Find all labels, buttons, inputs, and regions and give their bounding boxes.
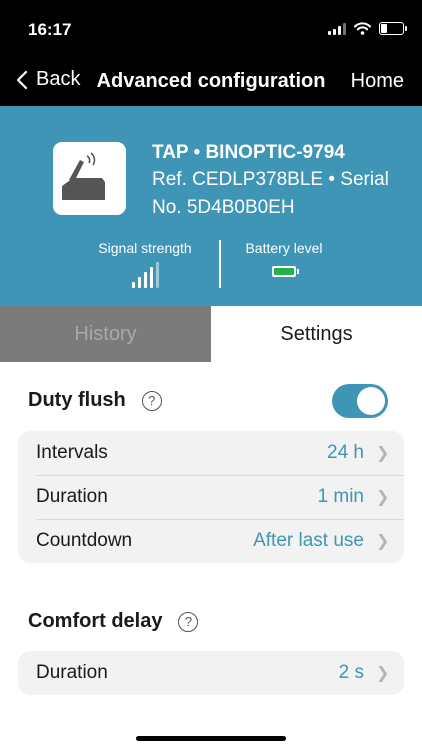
row-label: Countdown (36, 530, 133, 551)
metric-divider (219, 240, 221, 288)
signal-strength-label: Signal strength (98, 240, 192, 256)
battery-level: Battery level (232, 240, 336, 277)
battery-full-icon (272, 266, 299, 277)
chevron-right-icon: ❯ (376, 445, 390, 462)
countdown-row[interactable]: Countdown After last use ❯ (18, 519, 404, 563)
cellular-signal-icon (328, 22, 346, 35)
comfort-duration-row[interactable]: Duration 2 s ❯ (18, 651, 404, 695)
signal-bars-icon (88, 262, 202, 288)
help-icon[interactable]: ? (178, 611, 199, 632)
tab-settings[interactable]: Settings (211, 306, 422, 362)
comfort-delay-title: Comfort delay (28, 610, 163, 632)
duty-flush-toggle[interactable] (332, 384, 388, 418)
chevron-right-icon: ❯ (376, 533, 390, 550)
chevron-right-icon: ❯ (376, 489, 390, 506)
duty-flush-settings-list: Intervals 24 h ❯ Duration 1 min ❯ Countd… (18, 431, 404, 563)
wifi-icon (354, 22, 371, 35)
navigation-bar: Back Advanced configuration Home (0, 58, 422, 106)
tab-bar: History Settings (0, 306, 422, 362)
row-value: 24 h (327, 442, 364, 463)
row-value: 2 s (338, 662, 364, 683)
chevron-right-icon: ❯ (376, 665, 390, 682)
comfort-delay-header: Comfort delay ? (28, 610, 199, 633)
tab-history[interactable]: History (0, 306, 211, 362)
row-value: After last use (253, 530, 364, 551)
duty-flush-header: Duty flush ? (28, 389, 162, 412)
home-button[interactable]: Home (351, 70, 404, 93)
duty-flush-title: Duty flush (28, 389, 126, 411)
device-name: TAP • BINOPTIC-9794 (152, 142, 345, 163)
duration-row[interactable]: Duration 1 min ❯ (18, 475, 404, 519)
home-indicator[interactable] (136, 736, 286, 741)
row-label: Duration (36, 486, 108, 507)
help-icon[interactable]: ? (141, 390, 162, 411)
battery-icon (379, 22, 407, 35)
signal-strength: Signal strength (88, 240, 202, 288)
intervals-row[interactable]: Intervals 24 h ❯ (18, 431, 404, 475)
device-info: TAP • BINOPTIC-9794 Ref. CEDLP378BLE • S… (152, 140, 402, 222)
toggle-knob (357, 387, 385, 415)
comfort-delay-settings-list: Duration 2 s ❯ (18, 651, 404, 695)
top-bar: 16:17 Back Advanced configuration Home (0, 0, 422, 106)
device-header: TAP • BINOPTIC-9794 Ref. CEDLP378BLE • S… (0, 106, 422, 306)
status-icons (328, 22, 407, 35)
device-reference: Ref. CEDLP378BLE • Serial No. 5D4B0B0EH (152, 169, 389, 218)
battery-level-label: Battery level (245, 240, 323, 256)
status-time: 16:17 (28, 20, 72, 39)
row-label: Duration (36, 662, 108, 683)
tap-device-icon (53, 142, 126, 215)
row-label: Intervals (36, 442, 108, 463)
row-value: 1 min (317, 486, 364, 507)
status-bar: 16:17 (0, 0, 422, 58)
